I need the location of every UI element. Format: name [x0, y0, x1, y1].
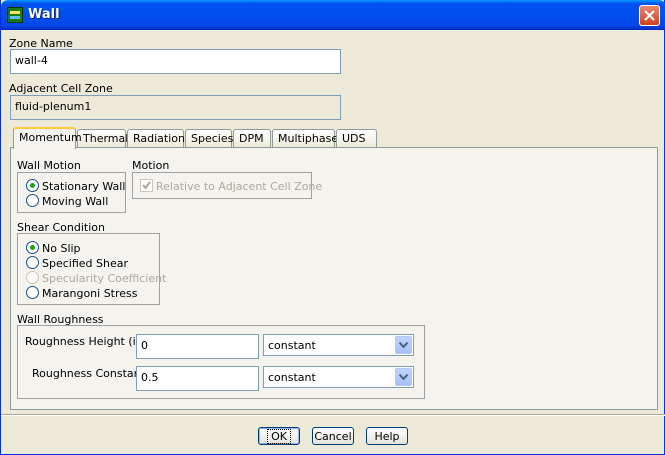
tab-uds[interactable]: UDS: [336, 129, 377, 148]
roughness-constant-label: Roughness Constant: [32, 367, 145, 380]
tab-radiation[interactable]: Radiation: [127, 129, 185, 148]
motion-label: Motion: [132, 159, 170, 172]
specified-shear-label[interactable]: Specified Shear: [42, 257, 128, 270]
roughness-constant-input[interactable]: 0.5: [136, 366, 259, 391]
window-title: Wall: [28, 7, 60, 22]
help-button[interactable]: Help: [366, 427, 408, 445]
moving-wall-radio[interactable]: [26, 194, 39, 207]
roughness-height-input[interactable]: 0: [136, 334, 259, 359]
stationary-wall-label[interactable]: Stationary Wall: [42, 180, 125, 193]
roughness-constant-method-value: constant: [268, 371, 316, 384]
roughness-height-label: Roughness Height (in): [25, 335, 147, 348]
no-slip-radio[interactable]: [26, 241, 39, 254]
wall-dialog: Wall Zone Name wall-4 Adjacent Cell Zone…: [0, 0, 665, 455]
cancel-button[interactable]: Cancel: [312, 427, 354, 445]
moving-wall-label[interactable]: Moving Wall: [42, 195, 108, 208]
title-bar[interactable]: Wall: [1, 0, 665, 30]
adjacent-cell-zone-label: Adjacent Cell Zone: [9, 82, 113, 95]
tab-dpm[interactable]: DPM: [233, 129, 271, 148]
roughness-height-method-select[interactable]: constant: [263, 334, 414, 356]
checkmark-icon: [142, 181, 151, 190]
tab-species[interactable]: Species: [185, 129, 233, 148]
specularity-coefficient-label: Specularity Coefficient: [42, 272, 167, 285]
tab-multiphase[interactable]: Multiphase: [272, 129, 338, 148]
tab-thermal[interactable]: Thermal: [77, 129, 128, 148]
app-icon: [7, 7, 23, 23]
stationary-wall-radio[interactable]: [26, 179, 39, 192]
close-button[interactable]: [639, 5, 660, 26]
wall-motion-label: Wall Motion: [17, 159, 81, 172]
adjacent-cell-zone-field: fluid-plenum1: [10, 95, 341, 120]
marangoni-stress-label[interactable]: Marangoni Stress: [42, 287, 138, 300]
relative-checkbox-label: Relative to Adjacent Cell Zone: [156, 180, 323, 193]
chevron-down-icon[interactable]: [395, 368, 412, 386]
marangoni-stress-radio[interactable]: [26, 286, 39, 299]
ok-button[interactable]: OK: [258, 427, 300, 445]
chevron-down-icon[interactable]: [395, 336, 412, 354]
relative-checkbox[interactable]: [140, 179, 153, 192]
specified-shear-radio[interactable]: [26, 256, 39, 269]
ok-button-label: OK: [267, 429, 291, 444]
specularity-coefficient-radio: [26, 271, 39, 284]
no-slip-label[interactable]: No Slip: [42, 242, 81, 255]
button-divider: [1, 414, 665, 416]
roughness-height-method-value: constant: [268, 339, 316, 352]
roughness-constant-method-select[interactable]: constant: [263, 366, 414, 388]
close-icon: [644, 10, 655, 21]
zone-name-input[interactable]: wall-4: [10, 49, 341, 74]
tab-momentum[interactable]: Momentum: [13, 127, 82, 149]
